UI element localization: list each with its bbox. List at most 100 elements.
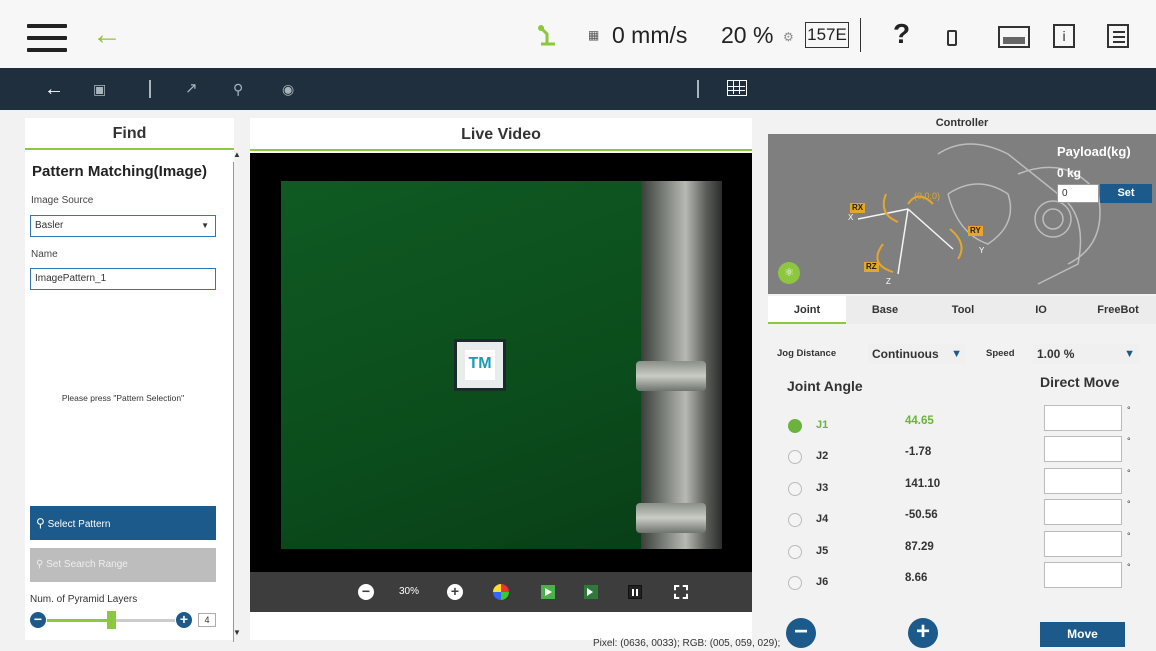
- info-icon[interactable]: i: [1053, 24, 1075, 48]
- speed-select[interactable]: 1.00 % ▼: [1033, 344, 1139, 364]
- direct-move-input[interactable]: [1044, 499, 1122, 525]
- search-icon: ⚲: [36, 559, 44, 570]
- ry-axis-label: RY: [968, 226, 983, 236]
- search-tool-icon[interactable]: ⚲: [233, 68, 243, 110]
- joint-radio[interactable]: [788, 513, 802, 527]
- rail-clamp: [636, 503, 706, 533]
- step-forward-button[interactable]: [584, 585, 598, 599]
- scroll-up-icon[interactable]: ▲: [233, 150, 241, 160]
- joint-angle-value: -50.56: [905, 509, 938, 521]
- select-pattern-label: Select Pattern: [47, 519, 111, 530]
- direct-move-title: Direct Move: [1040, 374, 1120, 390]
- zoom-in-button[interactable]: +: [447, 584, 463, 600]
- tab-tool[interactable]: Tool: [924, 296, 1002, 324]
- slider-knob[interactable]: [107, 611, 116, 629]
- joint-radio[interactable]: [788, 576, 802, 590]
- speed-percent[interactable]: 20 %: [721, 22, 773, 49]
- joint-angle-value: 87.29: [905, 541, 934, 553]
- joint-radio[interactable]: [788, 545, 802, 559]
- payload-set-button[interactable]: Set: [1100, 184, 1152, 203]
- zoom-out-button[interactable]: −: [358, 584, 374, 600]
- camera-image[interactable]: TM: [281, 181, 722, 549]
- toolbar-divider: [697, 80, 699, 98]
- joint-angle-value: -1.78: [905, 446, 932, 458]
- display-panel-icon[interactable]: [998, 26, 1030, 48]
- direct-move-input[interactable]: [1044, 531, 1122, 557]
- direct-move-input[interactable]: [1044, 468, 1122, 494]
- back-arrow-icon[interactable]: ←: [92, 20, 122, 50]
- freebot-icon[interactable]: ⚛: [778, 262, 800, 284]
- speed-value: 1.00 %: [1037, 347, 1075, 361]
- payload-value: 0 kg: [1057, 166, 1082, 180]
- joint-name: J6: [816, 576, 829, 588]
- select-pattern-button[interactable]: ⚲ Select Pattern: [30, 506, 216, 540]
- jog-distance-select[interactable]: Continuous ▼: [868, 344, 966, 364]
- zoom-level: 30%: [399, 586, 420, 597]
- help-icon[interactable]: ?: [893, 18, 910, 50]
- degree-unit: °: [1127, 405, 1131, 415]
- payload-input[interactable]: 0: [1057, 184, 1099, 203]
- pattern-name-input[interactable]: ImagePattern_1: [30, 268, 216, 290]
- degree-unit: °: [1127, 562, 1131, 572]
- image-source-select[interactable]: Basler ▼: [30, 215, 216, 237]
- tab-io[interactable]: IO: [1002, 296, 1080, 324]
- tab-base[interactable]: Base: [846, 296, 924, 324]
- play-button[interactable]: [541, 585, 555, 599]
- jog-minus-button[interactable]: −: [786, 618, 816, 648]
- joint-name: J1: [816, 419, 829, 431]
- pyramid-decrease-button[interactable]: −: [30, 612, 46, 628]
- joint-name: J2: [816, 450, 829, 462]
- direct-move-input[interactable]: [1044, 436, 1122, 462]
- find-title: Find: [25, 118, 234, 150]
- trend-icon[interactable]: ↗: [185, 68, 198, 110]
- y-axis-label: Y: [979, 246, 985, 255]
- error-code-badge[interactable]: 157E: [805, 22, 849, 48]
- vision-toolbar: ← ▣ ↗ ⚲ ◉: [0, 68, 1156, 110]
- direct-move-input[interactable]: [1044, 562, 1122, 588]
- pattern-selection-prompt: Please press "Pattern Selection": [61, 393, 185, 403]
- find-scrollbar[interactable]: ▲ ▼: [233, 150, 241, 642]
- grid-icon[interactable]: [727, 80, 747, 96]
- joint-name: J5: [816, 545, 829, 557]
- rail-clamp: [636, 361, 706, 391]
- joint-radio[interactable]: [788, 450, 802, 464]
- pyramid-increase-button[interactable]: +: [176, 612, 192, 628]
- degree-unit: °: [1127, 531, 1131, 541]
- toolbar-divider: [149, 80, 151, 98]
- move-button[interactable]: Move: [1040, 622, 1125, 647]
- scroll-thumb[interactable]: [233, 162, 239, 642]
- toolbar-back-icon[interactable]: ←: [44, 68, 64, 110]
- camera-settings-icon[interactable]: ◉: [282, 68, 294, 110]
- save-file-icon[interactable]: ▣: [93, 68, 106, 110]
- device-icon[interactable]: [947, 30, 957, 46]
- dropdown-arrow-icon: ▼: [201, 221, 209, 230]
- image-source-label: Image Source: [31, 195, 94, 206]
- degree-unit: °: [1127, 499, 1131, 509]
- pyramid-layers-value[interactable]: 4: [198, 613, 216, 627]
- joint-radio[interactable]: [788, 419, 802, 433]
- scroll-down-icon[interactable]: ▼: [233, 628, 241, 638]
- robot-status-icon: [538, 25, 555, 46]
- tab-joint[interactable]: Joint: [768, 296, 846, 324]
- tab-freebot[interactable]: FreeBot: [1080, 296, 1156, 324]
- document-icon[interactable]: [1107, 24, 1129, 48]
- joint-name: J3: [816, 482, 829, 494]
- color-picker-icon[interactable]: [493, 584, 509, 600]
- pause-button[interactable]: [628, 585, 642, 599]
- direct-move-input[interactable]: [1044, 405, 1122, 431]
- set-search-range-button[interactable]: ⚲ Set Search Range: [30, 548, 216, 582]
- jog-plus-button[interactable]: +: [908, 618, 938, 648]
- pattern-matching-title: Pattern Matching(Image): [32, 163, 208, 180]
- fullscreen-icon[interactable]: [674, 585, 688, 599]
- joint-radio[interactable]: [788, 482, 802, 496]
- gear-icon: ⚙: [783, 30, 794, 44]
- name-label: Name: [31, 249, 58, 260]
- pyramid-layers-slider[interactable]: [47, 611, 175, 629]
- tm-logo: TM: [465, 350, 495, 380]
- hamburger-menu-icon[interactable]: [27, 24, 67, 52]
- live-video-title: Live Video: [250, 118, 752, 151]
- tm-landmark-tag: TM: [454, 339, 506, 391]
- top-header: ← ▦ 0 mm/s 20 % ⚙ 157E ? i: [0, 0, 1156, 68]
- slider-track-rest: [111, 619, 175, 622]
- divider: [860, 18, 861, 52]
